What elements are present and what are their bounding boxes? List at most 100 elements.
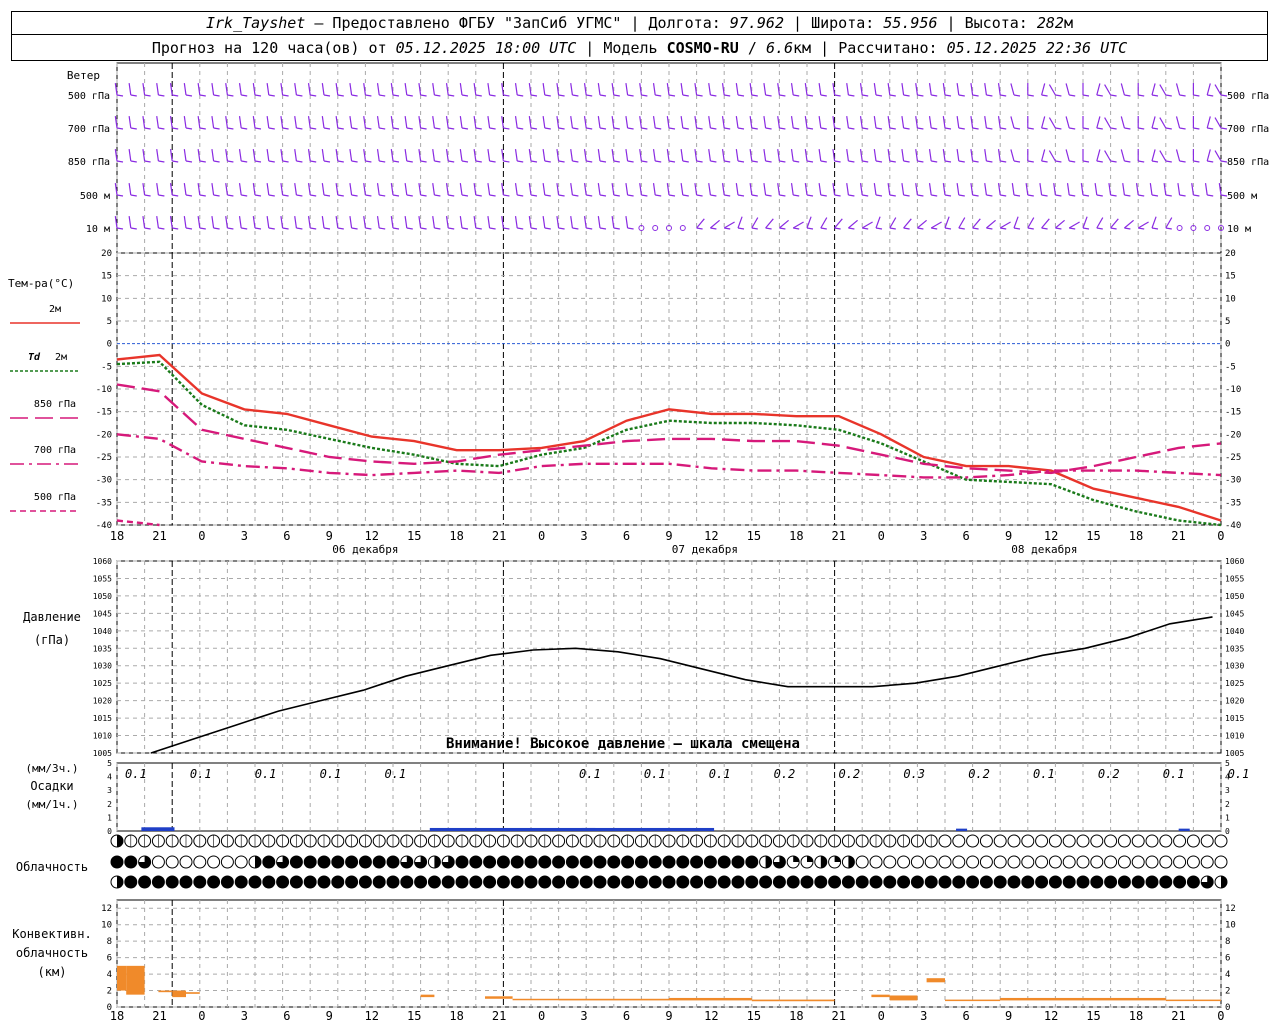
wind-barb-shaft (213, 160, 220, 163)
wind-barb-shaft (572, 227, 579, 230)
conv-ytick-label-right: 8 (1225, 937, 1230, 947)
precip-value-label: 0.2 (838, 767, 860, 781)
date-label: 07 декабря (672, 543, 738, 556)
wind-barb (915, 149, 918, 162)
wind-barb (1104, 84, 1112, 96)
wind-barb (846, 149, 849, 162)
wind-barb (514, 183, 518, 196)
wind-barb-shaft (586, 227, 593, 230)
cloud-symbol-middle (276, 855, 290, 869)
cloud-circle (621, 855, 635, 869)
cloud-circle (455, 855, 469, 869)
cloud-symbol-high (1076, 834, 1090, 848)
convective-bar (512, 998, 559, 1001)
cloud-fill (848, 856, 855, 868)
wind-barb (487, 216, 491, 229)
wind-barb (1048, 117, 1056, 129)
wind-barb-shaft (213, 227, 220, 230)
wind-barb-shaft (351, 160, 358, 163)
cloud-symbol-middle (331, 855, 345, 869)
wind-barb-shaft (254, 160, 262, 163)
precip-ytick-label: 3 (107, 786, 112, 795)
wind-barb-shaft (793, 194, 800, 197)
wind-barb (901, 149, 905, 162)
cloud-symbol-high (1173, 834, 1187, 848)
wind-barb (1120, 116, 1125, 129)
time-tick-label-bottom: 21 (152, 1009, 166, 1023)
cloud-symbol-low (1200, 875, 1214, 889)
cloud-symbol-middle (745, 855, 759, 869)
wind-barb (1104, 150, 1112, 162)
cloud-symbol-middle (1173, 855, 1187, 869)
wind-barb-shaft (627, 227, 634, 230)
cloud-circle (386, 855, 400, 869)
cloud-symbol-middle (1200, 855, 1214, 869)
wind-barb (376, 216, 380, 229)
cloud-symbol-low (1035, 875, 1049, 889)
wind-barb-shaft (172, 160, 179, 163)
wind-barb-shaft (586, 160, 593, 163)
pres-ytick-label-right: 1020 (1225, 697, 1244, 706)
wind-barb-shaft (558, 160, 565, 163)
temp-ytick-label: -5 (101, 362, 112, 372)
cloud-symbol-low (1076, 875, 1090, 889)
wind-barb (680, 116, 684, 129)
wind-barb-shaft (655, 94, 662, 97)
time-tick-label: 0 (878, 529, 885, 543)
temp-ytick-label-right: -10 (1225, 385, 1241, 395)
cloud-circle (565, 875, 579, 889)
wind-barb (873, 116, 877, 129)
wind-barb-shaft (296, 194, 303, 197)
wind-barb (294, 149, 297, 162)
cloud-symbol-middle (372, 855, 386, 869)
wind-barb (737, 216, 743, 229)
precip-bar (429, 827, 596, 831)
cloud-symbol-middle (897, 855, 911, 869)
wind-barb (696, 218, 705, 229)
time-tick-label: 6 (283, 529, 290, 543)
cloud-symbol-middle (110, 855, 124, 869)
wind-barb (1065, 149, 1070, 162)
wind-barb-shaft (1096, 127, 1103, 130)
cloud-circle (593, 875, 607, 889)
cloud-circle (952, 834, 966, 848)
wind-barb (708, 183, 711, 196)
wind-calm-mark (1204, 225, 1211, 231)
wind-barb-shaft (158, 94, 165, 97)
wind-barb-shaft (737, 127, 745, 130)
time-tick-label: 3 (920, 529, 927, 543)
wind-barb-shaft (572, 194, 579, 197)
wind-barb (156, 183, 159, 196)
wind-barb-shaft (503, 227, 510, 230)
pres-ytick-label: 1055 (93, 574, 112, 583)
convective-bar (186, 992, 200, 994)
wind-barb (956, 116, 960, 129)
cloud-symbol-middle (772, 855, 786, 869)
wind-barb (710, 219, 720, 229)
temp-legend-title: Тем-ра(°C) (8, 277, 74, 290)
wind-barb (294, 83, 297, 96)
wind-barb-shaft (668, 194, 676, 197)
wind-barb (597, 149, 601, 162)
time-tick-label: 3 (580, 529, 587, 543)
wind-barb (1151, 149, 1156, 162)
cloud-circle (593, 855, 607, 869)
wind-barb-shaft (310, 194, 317, 197)
precip-value-label: 0.1 (709, 767, 731, 781)
wind-barb (942, 149, 946, 162)
wind-barb-shaft (282, 160, 289, 163)
wind-barb-shaft (475, 227, 482, 230)
wind-barb (570, 116, 573, 129)
wind-barb (445, 116, 449, 129)
wind-barb (570, 216, 573, 229)
wind-barb-shaft (931, 194, 938, 197)
cloud-circle (372, 875, 386, 889)
wind-barb (528, 116, 532, 129)
cloud-symbol-middle (524, 855, 538, 869)
cloud-circle (1117, 875, 1131, 889)
wind-barb (266, 116, 270, 129)
cloud-symbol-low (607, 875, 621, 889)
wind-barb (970, 83, 974, 96)
wind-barb-shaft (116, 227, 124, 230)
wind-barb-shaft (793, 160, 800, 163)
